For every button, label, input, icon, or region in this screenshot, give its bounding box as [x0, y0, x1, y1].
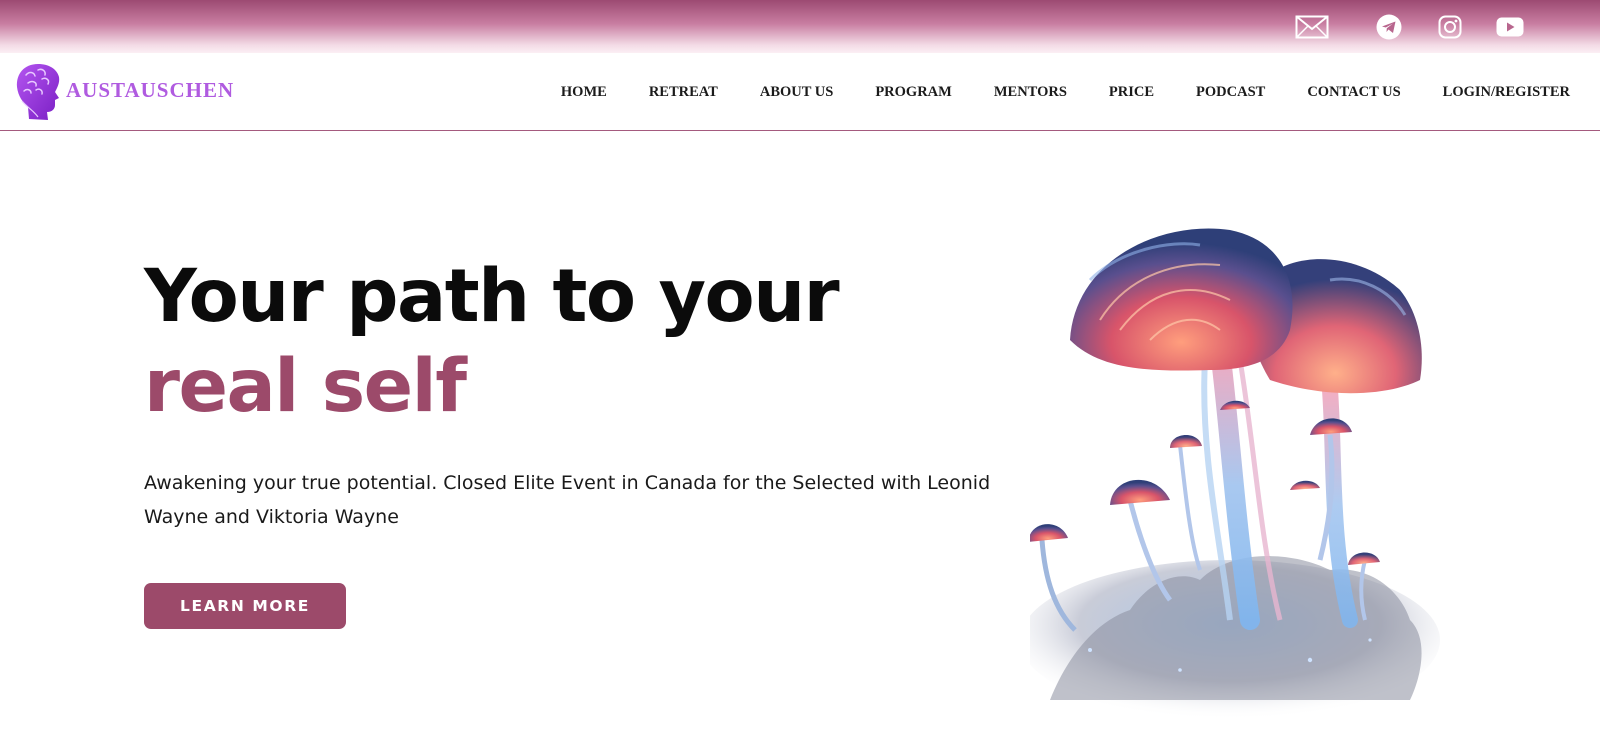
nav-item-login-register[interactable]: LOGIN/REGISTER	[1443, 84, 1570, 101]
youtube-icon	[1496, 17, 1524, 37]
learn-more-button[interactable]: LEARN MORE	[144, 583, 346, 629]
hero-subtitle: Awakening your true potential. Closed El…	[144, 472, 991, 528]
hero-title-line-2: real self	[144, 344, 467, 429]
nav-menu: HOME RETREAT ABOUT US PROGRAM MENTORS PR…	[519, 84, 1570, 101]
nav-item-program[interactable]: PROGRAM	[875, 84, 952, 101]
brand-logo[interactable]: AUSTAUSCHEN	[14, 61, 234, 123]
hero-title: Your path to your real self	[144, 252, 840, 432]
email-link[interactable]	[1295, 12, 1329, 42]
main-navbar: AUSTAUSCHEN HOME RETREAT ABOUT US PROGRA…	[0, 53, 1600, 131]
nav-item-retreat[interactable]: RETREAT	[649, 84, 718, 101]
youtube-link[interactable]	[1493, 12, 1527, 42]
telegram-link[interactable]	[1372, 12, 1406, 42]
instagram-icon	[1438, 15, 1462, 39]
nav-item-contact-us[interactable]: CONTACT US	[1307, 84, 1400, 101]
envelope-icon	[1295, 15, 1329, 39]
mushroom-illustration	[1030, 228, 1440, 720]
nav-item-mentors[interactable]: MENTORS	[994, 84, 1067, 101]
nav-item-home[interactable]: HOME	[561, 84, 607, 101]
nav-item-price[interactable]: PRICE	[1109, 84, 1154, 101]
head-brain-logo-icon	[16, 64, 60, 120]
instagram-link[interactable]	[1433, 12, 1467, 42]
nav-item-about-us[interactable]: ABOUT US	[760, 84, 833, 101]
top-social-bar	[0, 0, 1600, 53]
hero-title-line-1: Your path to your	[144, 254, 840, 339]
brand-name: AUSTAUSCHEN	[66, 77, 235, 102]
telegram-icon	[1376, 14, 1402, 40]
nav-item-podcast[interactable]: PODCAST	[1196, 84, 1265, 101]
